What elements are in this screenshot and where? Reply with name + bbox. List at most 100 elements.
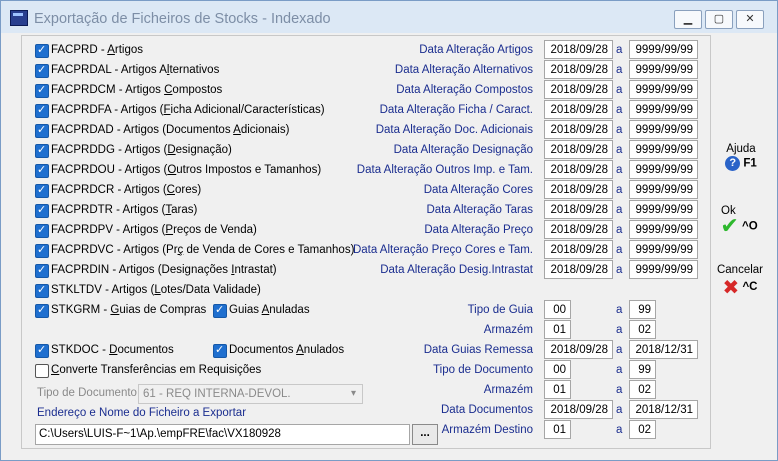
table-row-checkbox[interactable] xyxy=(35,223,49,238)
help-button[interactable]: Ajuda ? F1 xyxy=(717,143,765,171)
date-to-input[interactable]: 9999/99/99 xyxy=(629,80,698,99)
stkdoc-label: STKDOC - Documentos xyxy=(51,344,174,356)
converte-checkbox[interactable] xyxy=(35,364,49,378)
date-range-label: Data Alteração Designação xyxy=(393,144,533,156)
table-row-checkbox[interactable] xyxy=(35,203,49,218)
data-documentos-from-input[interactable]: 2018/09/28 xyxy=(544,400,613,419)
row-label-text: ntrastat) xyxy=(234,264,277,276)
tipo-guia-from-input[interactable]: 00 xyxy=(544,300,571,319)
row-label-text: FACPRDAL - Artigos A xyxy=(51,64,167,76)
date-to-input[interactable]: 9999/99/99 xyxy=(629,100,698,119)
converte-label: Converte Transferências em Requisições xyxy=(51,364,262,376)
documentos-anulados-checkbox[interactable] xyxy=(213,343,227,358)
date-from-input[interactable]: 2018/09/28 xyxy=(544,120,613,139)
minimize-button[interactable]: ▁ xyxy=(674,10,702,29)
cross-icon: ✖ xyxy=(722,275,740,299)
date-range-label: Data Alteração Preço Cores e Tam. xyxy=(352,244,533,256)
date-from-input[interactable]: 2018/09/28 xyxy=(544,60,613,79)
date-range-label: Data Alteração Compostos xyxy=(396,84,533,96)
date-to-input[interactable]: 9999/99/99 xyxy=(629,160,698,179)
date-to-input[interactable]: 9999/99/99 xyxy=(629,260,698,279)
stkdoc-checkbox[interactable] xyxy=(35,343,49,358)
date-from-input[interactable]: 2018/09/28 xyxy=(544,140,613,159)
cancel-button[interactable]: Cancelar ✖ ^C xyxy=(713,264,767,299)
app-icon xyxy=(10,10,28,26)
tipo-documento-range-label: Tipo de Documento xyxy=(433,364,533,376)
date-to-input[interactable]: 9999/99/99 xyxy=(629,60,698,79)
range-separator: a xyxy=(616,304,623,316)
table-row-checkbox[interactable] xyxy=(35,103,49,118)
date-to-input[interactable]: 9999/99/99 xyxy=(629,220,698,239)
table-row-checkbox[interactable] xyxy=(35,43,49,58)
row-label-text: ores) xyxy=(174,184,202,196)
date-from-input[interactable]: 2018/09/28 xyxy=(544,80,613,99)
stkltdv-checkbox[interactable] xyxy=(35,283,49,298)
table-row-checkbox[interactable] xyxy=(35,83,49,98)
date-from-input[interactable]: 2018/09/28 xyxy=(544,220,613,239)
row-label-text: reços de Venda) xyxy=(173,224,257,236)
date-to-input[interactable]: 9999/99/99 xyxy=(629,200,698,219)
tipo-documento-select[interactable]: 61 - REQ INTERNA-DEVOL. ▾ xyxy=(138,384,363,404)
chevron-down-icon: ▾ xyxy=(350,388,356,399)
data-documentos-label: Data Documentos xyxy=(440,404,533,416)
table-row-checkbox[interactable] xyxy=(35,243,49,258)
close-button[interactable]: ✕ xyxy=(736,10,764,29)
row-label-accelerator: O xyxy=(167,164,177,176)
guias-anuladas-checkbox[interactable] xyxy=(213,303,227,318)
row-label-text: FACPRDFA - Artigos ( xyxy=(51,104,164,116)
table-row-label: FACPRDCR - Artigos (Cores) xyxy=(51,184,201,196)
date-to-input[interactable]: 9999/99/99 xyxy=(629,140,698,159)
row-label-accelerator: A xyxy=(107,44,115,56)
armazem-destino-from-input[interactable]: 01 xyxy=(544,420,571,439)
table-row-checkbox[interactable] xyxy=(35,63,49,78)
date-range-label: Data Alteração Preço xyxy=(424,224,533,236)
stkltdv-label: STKLTDV - Artigos (Lotes/Data Validade) xyxy=(51,284,261,296)
date-to-input[interactable]: 9999/99/99 xyxy=(629,120,698,139)
row-label-text: FACPRDTR - Artigos ( xyxy=(51,204,166,216)
file-path-input[interactable]: C:\Users\LUIS-F~1\Ap.\empFRE\fac\VX18092… xyxy=(35,424,410,445)
table-row-checkbox[interactable] xyxy=(35,263,49,278)
armazem-destino-to-input[interactable]: 02 xyxy=(629,420,656,439)
ok-button[interactable]: Ok ✔ ^O xyxy=(713,205,765,239)
tipo-guia-label: Tipo de Guia xyxy=(467,304,533,316)
armazem-to-input[interactable]: 02 xyxy=(629,320,656,339)
table-row-label: FACPRDFA - Artigos (Ficha Adicional/Cara… xyxy=(51,104,325,116)
range-separator: a xyxy=(616,344,623,356)
table-row-checkbox[interactable] xyxy=(35,143,49,158)
date-to-input[interactable]: 9999/99/99 xyxy=(629,240,698,259)
tipo-guia-to-input[interactable]: 99 xyxy=(629,300,656,319)
date-from-input[interactable]: 2018/09/28 xyxy=(544,40,613,59)
data-documentos-to-input[interactable]: 2018/12/31 xyxy=(629,400,698,419)
browse-button[interactable]: ... xyxy=(412,424,438,445)
date-from-input[interactable]: 2018/09/28 xyxy=(544,200,613,219)
row-label-text: esignação) xyxy=(175,144,232,156)
table-row-checkbox[interactable] xyxy=(35,163,49,178)
date-from-input[interactable]: 2018/09/28 xyxy=(544,160,613,179)
table-row-checkbox[interactable] xyxy=(35,123,49,138)
table-row-label: FACPRDIN - Artigos (Designações Intrasta… xyxy=(51,264,277,276)
range-separator: a xyxy=(616,404,623,416)
row-label-text: FACPRDIN - Artigos (Designações xyxy=(51,264,232,276)
table-row-label: FACPRDPV - Artigos (Preços de Venda) xyxy=(51,224,257,236)
stkgrm-checkbox[interactable] xyxy=(35,303,49,318)
date-to-input[interactable]: 9999/99/99 xyxy=(629,180,698,199)
armazem-2-to-input[interactable]: 02 xyxy=(629,380,656,399)
table-row-label: FACPRDDG - Artigos (Designação) xyxy=(51,144,232,156)
date-from-input[interactable]: 2018/09/28 xyxy=(544,260,613,279)
tipo-documento-to-input[interactable]: 99 xyxy=(629,360,656,379)
date-from-input[interactable]: 2018/09/28 xyxy=(544,180,613,199)
range-separator: a xyxy=(616,224,623,236)
maximize-button[interactable]: ▢ xyxy=(705,10,733,29)
range-separator: a xyxy=(616,184,623,196)
date-from-input[interactable]: 2018/09/28 xyxy=(544,240,613,259)
tipo-documento-from-input[interactable]: 00 xyxy=(544,360,571,379)
data-guias-to-input[interactable]: 2018/12/31 xyxy=(629,340,698,359)
armazem-from-input[interactable]: 01 xyxy=(544,320,571,339)
date-to-input[interactable]: 9999/99/99 xyxy=(629,40,698,59)
row-label-text: FACPRDCR - Artigos ( xyxy=(51,184,167,196)
table-row-checkbox[interactable] xyxy=(35,183,49,198)
data-guias-from-input[interactable]: 2018/09/28 xyxy=(544,340,613,359)
date-from-input[interactable]: 2018/09/28 xyxy=(544,100,613,119)
armazem-2-from-input[interactable]: 01 xyxy=(544,380,571,399)
row-label-text: FACPRDCM - Artigos xyxy=(51,84,165,96)
